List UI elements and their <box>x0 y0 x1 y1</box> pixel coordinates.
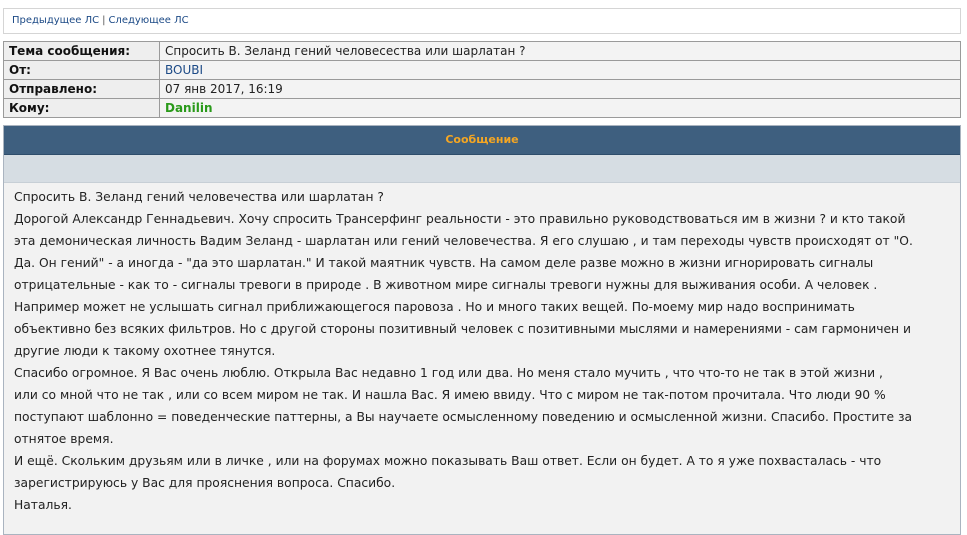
message-line: Спросить В. Зеланд гений человечества ил… <box>14 190 384 204</box>
subject-row: Тема сообщения: Спросить В. Зеланд гений… <box>3 41 961 61</box>
message-line: Наталья. <box>14 498 72 512</box>
message-line: зарегистрируюсь у Вас для прояснения воп… <box>14 476 396 490</box>
message-line: отрицательные - как то - сигналы тревоги… <box>14 278 878 292</box>
to-label: Кому: <box>3 98 160 118</box>
message-line: И ещё. Скольким друзьям или в личке , ил… <box>14 454 882 468</box>
message-body: Спросить В. Зеланд гений человечества ил… <box>4 183 960 516</box>
message-line: поступают шаблонно = поведенческие патте… <box>14 410 913 424</box>
previous-message-link[interactable]: Предыдущее ЛС <box>12 15 99 26</box>
message-navigation: Предыдущее ЛС | Следующее ЛС <box>3 8 961 34</box>
message-info-table: Тема сообщения: Спросить В. Зеланд гений… <box>3 41 961 118</box>
recipient-link[interactable]: Danilin <box>159 98 961 118</box>
message-line: эта демоническая личность Вадим Зеланд -… <box>14 234 913 248</box>
message-line: Спасибо огромное. Я Вас очень люблю. Отк… <box>14 366 883 380</box>
message-header-strip <box>4 155 960 183</box>
message-header: Сообщение <box>4 126 960 155</box>
message-line: или со мной что не так , или со всем мир… <box>14 388 886 402</box>
from-row: От: BOUBI <box>3 60 961 80</box>
message-panel: Сообщение Спросить В. Зеланд гений челов… <box>3 125 961 535</box>
sent-label: Отправлено: <box>3 79 160 99</box>
sent-date: 07 янв 2017, 16:19 <box>159 79 961 99</box>
subject-value: Спросить В. Зеланд гений человесества ил… <box>159 41 961 61</box>
from-label: От: <box>3 60 160 80</box>
message-line: объективно без всяких фильтров. Но с дру… <box>14 322 912 336</box>
subject-label: Тема сообщения: <box>3 41 160 61</box>
next-message-link[interactable]: Следующее ЛС <box>108 15 188 26</box>
message-line: отнятое время. <box>14 432 114 446</box>
sender-link[interactable]: BOUBI <box>159 60 961 80</box>
message-line: Например может не услышать сигнал прибли… <box>14 300 855 314</box>
sent-row: Отправлено: 07 янв 2017, 16:19 <box>3 79 961 99</box>
to-row: Кому: Danilin <box>3 98 961 118</box>
message-line: другие люди к такому охотнее тянутся. <box>14 344 276 358</box>
message-line: Да. Он гений" - а иногда - "да это шарла… <box>14 256 874 270</box>
message-line: Дорогой Александр Геннадьевич. Хочу спро… <box>14 212 906 226</box>
